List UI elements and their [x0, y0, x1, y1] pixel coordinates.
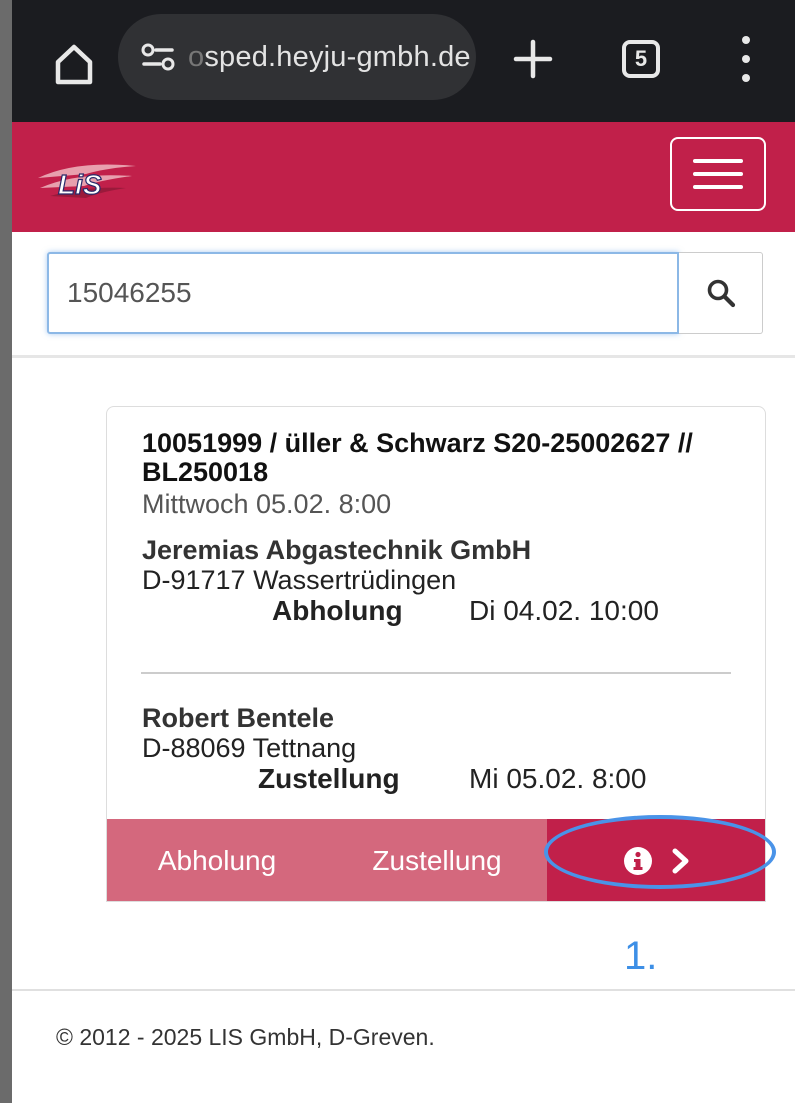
delivery-name: Robert Bentele [142, 703, 335, 733]
delivery-time: Mi 05.02. 8:00 [469, 763, 647, 794]
divider [141, 672, 731, 674]
annotation-step-label: 1. [624, 934, 658, 978]
pickup-name: Jeremias Abgastechnik GmbH [142, 535, 532, 565]
annotation-ellipse [544, 815, 776, 889]
lis-logo[interactable]: LiS [36, 152, 146, 212]
tab-count: 5 [634, 46, 648, 71]
url-text: osped.heyju-gmbh.de [188, 40, 471, 73]
pickup-type: Abholung [272, 595, 403, 626]
svg-text:LiS: LiS [58, 169, 102, 200]
pickup-city: D-91717 Wassertrüdingen [142, 565, 457, 595]
browser-toolbar: osped.heyju-gmbh.de 5 [12, 0, 795, 122]
pickup-time: Di 04.02. 10:00 [469, 595, 659, 626]
search-button[interactable] [679, 252, 763, 334]
zustellung-label: Zustellung [372, 845, 502, 876]
order-date: Mittwoch 05.02. 8:00 [142, 489, 392, 519]
search-icon [707, 279, 735, 308]
address-bar[interactable]: osped.heyju-gmbh.de [118, 14, 476, 100]
abholung-label: Abholung [157, 845, 277, 876]
more-menu-icon[interactable] [736, 36, 756, 82]
left-edge [0, 0, 12, 1103]
footer-divider [12, 989, 795, 991]
delivery-type: Zustellung [258, 763, 400, 794]
home-icon[interactable] [46, 36, 102, 92]
zustellung-button[interactable]: Zustellung [327, 819, 547, 901]
footer-copyright: © 2012 - 2025 LIS GmbH, D-Greven. [56, 1024, 435, 1050]
site-settings-icon[interactable] [138, 42, 178, 72]
order-card-body[interactable]: 10051999 / üller & Schwarz S20-25002627 … [107, 407, 765, 817]
abholung-button[interactable]: Abholung [107, 819, 327, 901]
menu-toggle-button[interactable] [670, 137, 766, 211]
order-title: 10051999 / üller & Schwarz S20-25002627 … [142, 428, 693, 487]
site-header: LiS [12, 122, 795, 232]
new-tab-icon[interactable] [510, 36, 556, 82]
search-input[interactable] [47, 252, 679, 334]
web-page: LiS 10051999 / üller & Schwarz S20-25002… [12, 122, 795, 1103]
delivery-city: D-88069 Tettnang [142, 733, 357, 763]
search-area [12, 232, 795, 358]
tab-switcher-button[interactable]: 5 [622, 40, 660, 78]
